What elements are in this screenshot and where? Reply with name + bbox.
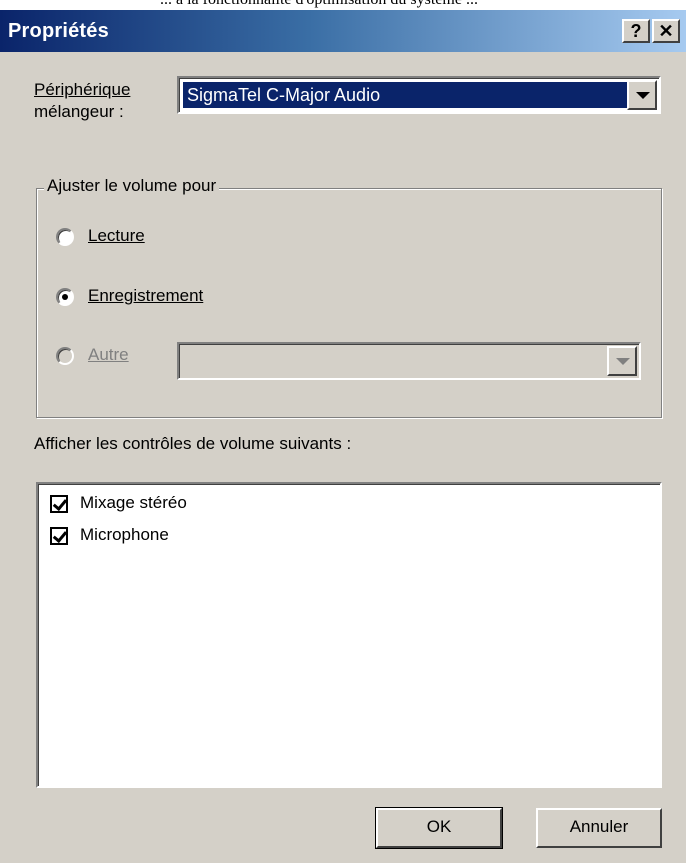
autre-text: Autre: [88, 345, 129, 364]
mixage-stereo-label: Mixage stéréo: [80, 493, 187, 512]
microphone-checkbox[interactable]: [50, 527, 68, 545]
mixer-device-select[interactable]: SigmaTel C-Major Audio: [177, 76, 661, 114]
radio-autre-label: Autre: [88, 345, 129, 365]
mixage-stereo-checkbox[interactable]: [50, 495, 68, 513]
page-header-text: ... à la fonctionnalité d'optimisation d…: [160, 0, 478, 9]
radio-enregistrement[interactable]: [56, 288, 74, 306]
properties-dialog: Propriétés ? ✕ Périphérique mélangeur : …: [0, 10, 686, 863]
adjust-volume-legend: Ajuster le volume pour: [44, 176, 220, 196]
title-bar: Propriétés ? ✕: [0, 10, 686, 52]
radio-lecture-label[interactable]: Lecture: [88, 226, 145, 246]
cancel-button[interactable]: Annuler: [536, 808, 662, 848]
help-button[interactable]: ?: [622, 19, 650, 43]
window-title: Propriétés: [8, 20, 109, 42]
chevron-down-icon[interactable]: [627, 80, 657, 110]
mixer-label-text: Périphérique: [34, 80, 131, 99]
close-button[interactable]: ✕: [652, 19, 680, 43]
mixer-device-value: SigmaTel C-Major Audio: [183, 82, 627, 108]
other-device-select: [177, 342, 641, 380]
chevron-down-icon: [607, 346, 637, 376]
radio-lecture[interactable]: [56, 228, 74, 246]
lecture-text: Lecture: [88, 226, 145, 245]
mixer-label-line1: Périphérique: [34, 80, 130, 100]
mixer-label-line2: mélangeur :: [34, 102, 124, 121]
microphone-label: Microphone: [80, 525, 169, 544]
controls-label: Afficher les contrôles de volume suivant…: [34, 434, 352, 453]
close-icon: ✕: [658, 21, 674, 41]
enregistrement-text: Enregistrement: [88, 286, 204, 305]
radio-autre[interactable]: [56, 347, 74, 365]
ok-button[interactable]: OK: [375, 807, 503, 849]
volume-controls-list[interactable]: Mixage stéréo Microphone: [36, 482, 662, 788]
page-header-fragment: ... à la fonctionnalité d'optimisation d…: [0, 0, 686, 10]
radio-enregistrement-label[interactable]: Enregistrement: [88, 286, 203, 306]
